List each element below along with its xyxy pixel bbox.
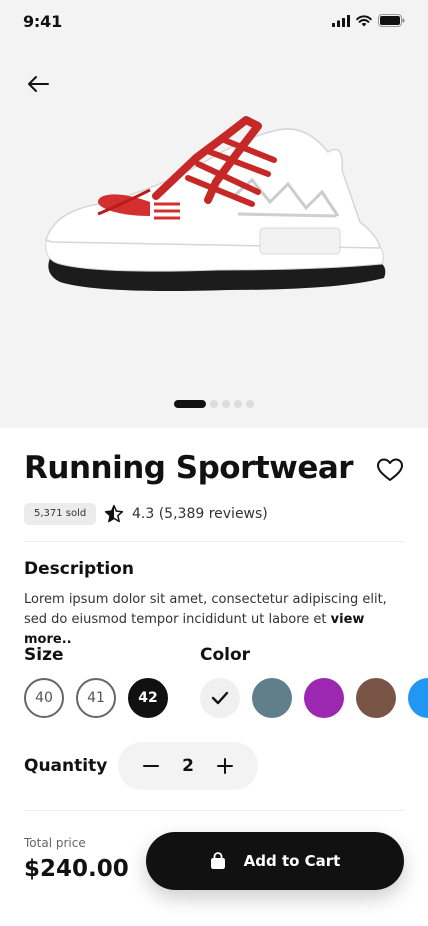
battery-icon <box>378 14 405 27</box>
carousel-dot[interactable] <box>246 400 254 408</box>
carousel-indicator <box>174 400 254 408</box>
add-to-cart-button[interactable]: Add to Cart <box>146 832 404 890</box>
back-button[interactable] <box>22 70 54 98</box>
size-heading: Size <box>24 645 64 665</box>
decrease-quantity-button[interactable] <box>142 757 160 775</box>
favorite-button[interactable] <box>376 456 404 484</box>
check-icon <box>211 691 229 705</box>
divider <box>24 541 404 542</box>
size-option-42[interactable]: 42 <box>128 678 168 718</box>
product-image-carousel[interactable]: 9:41 <box>0 0 428 428</box>
product-image <box>45 116 386 291</box>
minus-icon <box>143 765 159 767</box>
color-heading: Color <box>200 645 251 665</box>
heart-icon <box>377 458 403 481</box>
quantity-heading: Quantity <box>24 756 108 776</box>
status-time: 9:41 <box>23 12 62 31</box>
color-swatch[interactable] <box>200 678 240 718</box>
wifi-icon <box>356 14 372 26</box>
quantity-stepper: 2 <box>118 742 258 790</box>
rating: 4.3 (5,389 reviews) <box>104 503 268 525</box>
total-price-value: $240.00 <box>24 856 129 882</box>
status-bar: 9:41 <box>0 0 428 44</box>
description-text: Lorem ipsum dolor sit amet, consectetur … <box>24 590 406 650</box>
sold-count-badge: 5,371 sold <box>24 503 97 525</box>
color-swatch[interactable] <box>304 678 344 718</box>
back-arrow-icon <box>28 76 49 92</box>
color-swatch[interactable] <box>356 678 396 718</box>
size-option-41[interactable]: 41 <box>76 678 116 718</box>
carousel-dot[interactable] <box>174 400 206 408</box>
size-option-40[interactable]: 40 <box>24 678 64 718</box>
carousel-dot[interactable] <box>210 400 218 408</box>
increase-quantity-button[interactable] <box>216 757 234 775</box>
half-star-icon <box>104 504 124 523</box>
signal-icon <box>332 14 350 27</box>
color-swatch[interactable] <box>252 678 292 718</box>
quantity-value: 2 <box>182 756 194 776</box>
color-swatch[interactable] <box>408 678 428 718</box>
carousel-dot[interactable] <box>234 400 242 408</box>
divider <box>24 810 404 811</box>
plus-icon <box>217 758 233 774</box>
shopping-bag-icon <box>210 852 225 869</box>
status-icons <box>332 14 405 27</box>
total-price-label: Total price <box>24 836 86 850</box>
add-to-cart-label: Add to Cart <box>243 852 341 870</box>
product-title: Running Sportwear <box>24 450 354 486</box>
rating-text: 4.3 (5,389 reviews) <box>132 506 268 522</box>
carousel-dot[interactable] <box>222 400 230 408</box>
description-heading: Description <box>24 559 134 579</box>
